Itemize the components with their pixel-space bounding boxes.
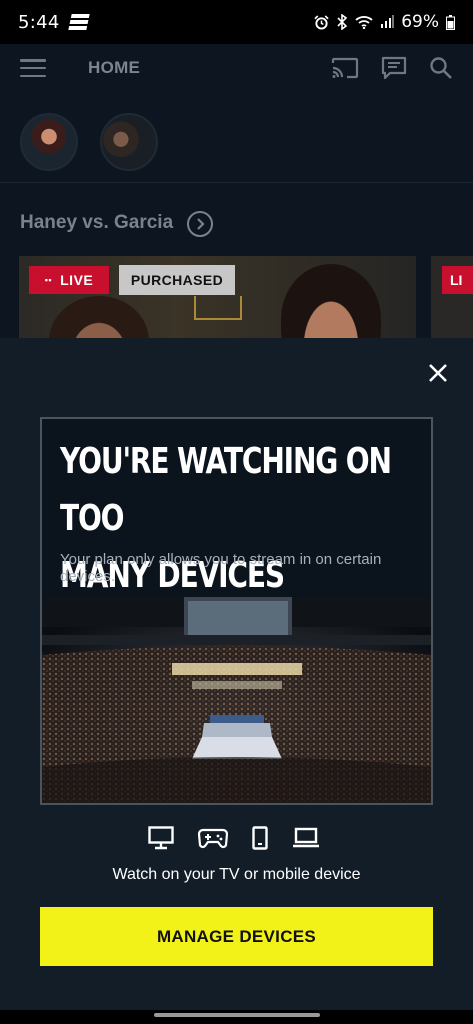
fighter-avatar[interactable] <box>20 113 78 171</box>
bluetooth-icon <box>336 14 348 30</box>
supported-devices <box>148 826 320 850</box>
battery-percent: 69% <box>401 12 439 32</box>
close-icon[interactable] <box>425 360 451 386</box>
modal-body: Your plan only allows you to stream in o… <box>60 551 382 585</box>
battery-icon <box>446 14 455 30</box>
headline-line-1: YOU'RE WATCHING ON TOO <box>60 441 392 539</box>
signal-icon <box>380 15 395 29</box>
alarm-icon <box>314 14 329 30</box>
status-time: 5:44 <box>18 11 60 33</box>
app-header: HOME <box>0 44 473 92</box>
gamepad-icon <box>198 827 228 849</box>
menu-icon[interactable] <box>20 59 46 77</box>
event-card[interactable]: ▪▪ LIVE PURCHASED <box>19 256 416 338</box>
chevron-right-icon[interactable] <box>187 211 213 237</box>
fighter-image <box>49 296 149 338</box>
home-gesture-handle[interactable] <box>154 1013 320 1017</box>
cast-icon[interactable] <box>331 57 359 79</box>
arena-image <box>42 597 431 803</box>
laptop-icon <box>292 827 320 849</box>
live-badge: ▪▪ LIVE <box>29 266 109 294</box>
fighter-avatar[interactable] <box>100 113 158 171</box>
phone-icon <box>252 826 268 850</box>
live-badge: LI <box>442 266 473 294</box>
status-bar: 5:44 69% <box>0 0 473 44</box>
search-icon[interactable] <box>429 56 453 80</box>
status-icons: 69% <box>314 12 455 32</box>
chat-icon[interactable] <box>381 56 407 80</box>
app-logo-icon <box>67 14 90 30</box>
fighter-image <box>281 264 381 338</box>
desktop-icon <box>148 826 174 850</box>
manage-devices-button[interactable]: MANAGE DEVICES <box>40 907 433 966</box>
wifi-icon <box>355 15 373 29</box>
page-title: HOME <box>88 58 141 77</box>
watch-caption: Watch on your TV or mobile device <box>112 866 361 883</box>
section-title[interactable]: Haney vs. Garcia <box>20 212 173 234</box>
event-card[interactable]: LI <box>431 256 473 338</box>
crown-icon <box>194 296 242 320</box>
purchased-badge: PURCHASED <box>119 265 235 295</box>
promo-panel: YOU'RE WATCHING ON TOO MANY DEVICES Your… <box>40 417 433 805</box>
divider <box>0 182 473 183</box>
